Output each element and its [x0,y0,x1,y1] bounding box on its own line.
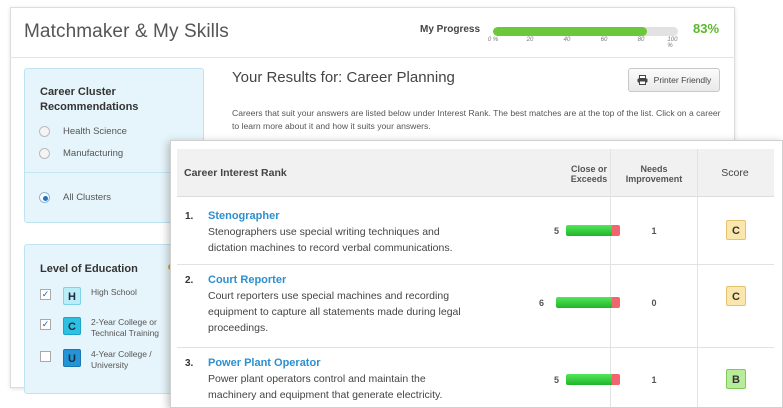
education-badge: U [63,349,81,367]
progress-tick: 80 [637,37,645,43]
cluster-option-label: Manufacturing [63,148,124,159]
needs-improvement-count: 1 [651,375,657,385]
education-label-line: High School [91,287,137,297]
cluster-title-line: Career Cluster [40,86,116,98]
bar-close-segment [566,374,612,385]
bar-needs-segment [612,374,620,385]
description-line: machinery and equipment that generate el… [208,389,443,401]
progress-tick: 0 % [487,37,499,43]
progress-bar [493,27,678,36]
column-header-rank: Career Interest Rank [184,167,287,179]
results-intro-text: Careers that suit your answers are liste… [232,108,721,131]
career-description: Power plant operators control and mainta… [208,371,498,403]
score-badge: B [726,369,746,389]
education-option-high-school[interactable]: ✓ H High School [40,287,137,305]
career-results-table: Career Interest Rank Close or Exceeds Ne… [170,140,783,408]
radio-button[interactable] [39,126,50,137]
education-option-label: High School [91,287,137,298]
needs-improvement-count: 0 [651,298,657,308]
row-rank-number: 1. [185,211,194,222]
education-label-line: 4-Year College / [91,349,152,359]
checkbox-checked[interactable]: ✓ [40,289,51,300]
radio-button[interactable] [39,148,50,159]
table-row: 1. Stenographer Stenographers use specia… [177,197,774,265]
progress-label: My Progress [420,24,481,35]
education-option-4-year-college[interactable]: U 4-Year College / University [40,349,152,371]
progress-percent: 83% [693,21,720,36]
skill-match-bar [566,225,620,236]
header-line: Improvement [625,174,683,184]
description-line: equipment to capture all statements made… [208,306,461,318]
checkbox-checked[interactable]: ✓ [40,319,51,330]
education-option-label: 2-Year College or Technical Training [91,317,159,339]
printer-icon [637,75,648,85]
progress-tick: 100 % [667,37,678,49]
cluster-option-label: All Clusters [63,192,112,203]
header-line: Needs [640,164,668,174]
education-badge: H [63,287,81,305]
radio-button-selected[interactable] [39,192,50,203]
description-line: Stenographers use special writing techni… [208,226,440,238]
score-badge: C [726,286,746,306]
description-line: Power plant operators control and mainta… [208,373,426,385]
table-row: 2. Court Reporter Court reporters use sp… [177,265,774,348]
cluster-option-all-clusters[interactable]: All Clusters [39,192,111,203]
column-header-needs-improvement: Needs Improvement [620,164,688,184]
career-description: Stenographers use special writing techni… [208,224,498,256]
close-or-exceeds-count: 6 [539,298,545,308]
career-link[interactable]: Court Reporter [208,274,286,286]
header-divider [10,57,735,58]
education-label-line: 2-Year College or [91,317,157,327]
cluster-option-manufacturing[interactable]: Manufacturing [39,148,123,159]
career-link[interactable]: Stenographer [208,210,280,222]
skill-match-bar [566,374,620,385]
progress-tick: 60 [600,37,608,43]
education-option-label: 4-Year College / University [91,349,152,371]
skill-match-bar [556,297,620,308]
bar-needs-segment [612,297,620,308]
education-label-line: Technical Training [91,328,160,338]
bar-needs-segment [612,225,620,236]
cluster-option-label: Health Science [63,126,127,137]
progress-tick: 20 [526,37,534,43]
close-or-exceeds-count: 5 [554,375,560,385]
education-panel-title: Level of Education [40,263,138,275]
page-title: Matchmaker & My Skills [24,21,229,42]
bar-close-segment [556,297,612,308]
progress-tick: 40 [563,37,571,43]
education-option-2-year-college[interactable]: ✓ C 2-Year College or Technical Training [40,317,159,339]
cluster-title-line: Recommendations [40,101,139,113]
table-row: 3. Power Plant Operator Power plant oper… [177,348,774,407]
score-badge: C [726,220,746,240]
table-header: Career Interest Rank Close or Exceeds Ne… [177,149,774,197]
needs-improvement-count: 1 [651,226,657,236]
results-title: Your Results for: Career Planning [232,69,455,86]
career-link[interactable]: Power Plant Operator [208,357,320,369]
row-rank-number: 2. [185,275,194,286]
description-line: dictation machines to record verbal comm… [208,242,453,254]
description-line: proceedings. [208,322,269,334]
bar-close-segment [566,225,612,236]
column-header-score: Score [721,167,749,179]
checkbox-unchecked[interactable] [40,351,51,362]
cluster-option-health-science[interactable]: Health Science [39,126,127,137]
progress-bar-fill [493,27,647,36]
description-line: Court reporters use special machines and… [208,290,450,302]
education-badge: C [63,317,81,335]
row-rank-number: 3. [185,358,194,369]
progress-ticks: 0 % 20 40 60 80 100 % [488,37,678,49]
close-or-exceeds-count: 5 [554,226,560,236]
career-description: Court reporters use special machines and… [208,288,498,336]
printer-friendly-button[interactable]: Printer Friendly [628,68,720,92]
printer-friendly-label: Printer Friendly [653,75,712,85]
education-label-line: University [91,360,129,370]
cluster-panel-title: Career Cluster Recommendations [40,85,138,115]
